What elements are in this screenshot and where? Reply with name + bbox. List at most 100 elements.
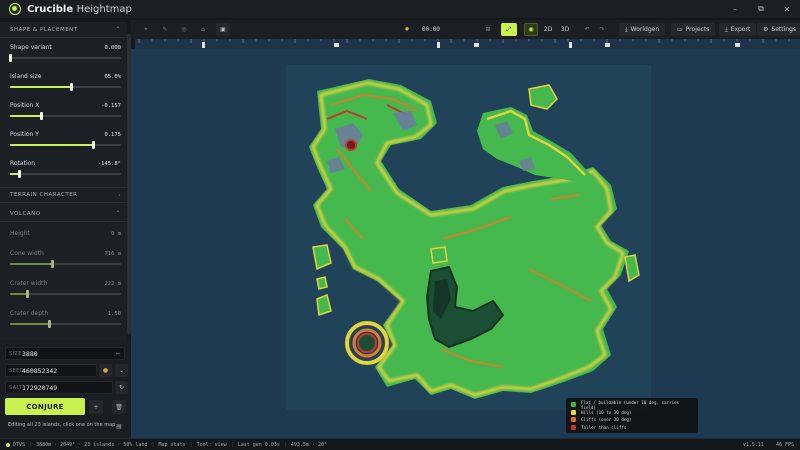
section-terrain-character[interactable]: TERRAIN CHARACTER › [0, 187, 131, 203]
slider-handle[interactable] [70, 83, 74, 91]
param-row: Position Y 0.175 [0, 129, 131, 150]
param-value[interactable]: -145.8° [98, 161, 121, 167]
minimize-icon[interactable]: – [722, 0, 748, 18]
param-slider[interactable] [10, 289, 121, 299]
refresh-salt-button[interactable]: ↻ [115, 381, 128, 394]
heightmap-viewport[interactable]: Flat / buildable (under 10 deg, carries … [131, 49, 800, 438]
time-display[interactable]: 00:00 [418, 23, 444, 36]
undo-icon[interactable]: ↶ [580, 23, 594, 36]
param-value[interactable]: 0 m [111, 231, 121, 237]
settings-button[interactable]: ⚙ Settings [757, 23, 800, 36]
app-title-bold: Crucible [27, 3, 74, 15]
section-volcano[interactable]: VOLCANO ⌃ [0, 206, 131, 222]
mode-3d-button[interactable]: 3D [559, 23, 571, 36]
size-value: 3880 [22, 349, 38, 358]
mode-2d-button[interactable]: 2D [542, 23, 554, 36]
stamp-tool-icon[interactable]: ⌂ [196, 23, 210, 36]
folder-icon: ▭ [677, 26, 683, 33]
select-tool-icon[interactable]: ⌖ [139, 23, 153, 36]
param-value[interactable]: -0.157 [101, 103, 121, 109]
image-tool-icon[interactable]: ▣ [216, 23, 230, 36]
conjure-button[interactable]: CONJURE [5, 398, 85, 415]
param-value[interactable]: 65.0% [104, 74, 121, 80]
param-label-row: Island size 65.0% [10, 71, 121, 82]
slider-handle[interactable] [40, 112, 44, 120]
section-volcano-title: VOLCANO [10, 210, 41, 217]
section-shape-title: SHAPE & PLACEMENT [10, 26, 78, 33]
seed-dropdown-button[interactable]: ⌄ [115, 364, 128, 377]
slider-handle[interactable] [17, 170, 21, 178]
param-row: Cone width 716 m [0, 248, 131, 269]
slider-handle[interactable] [51, 260, 55, 268]
projects-label: Projects [685, 26, 710, 33]
param-value[interactable]: 0.000 [104, 45, 121, 51]
param-value[interactable]: 1.50 [108, 311, 121, 317]
version: v1.5.11 [742, 441, 764, 448]
param-value[interactable]: 0.175 [104, 132, 121, 138]
slider-track[interactable] [10, 173, 121, 175]
edit-hint: Editing all 23 islands, click one on the… [8, 422, 116, 428]
salt-value: 172920749 [22, 383, 58, 392]
ruler-marker[interactable] [437, 42, 440, 48]
slider-handle[interactable] [25, 290, 29, 298]
legend-item: Cliffs (over 30 deg) [571, 416, 693, 424]
ruler-marker[interactable] [334, 43, 339, 47]
sun-icon[interactable]: ✹ [400, 23, 414, 36]
ruler-marker[interactable] [605, 43, 610, 47]
param-name: Rotation [10, 160, 36, 167]
param-slider[interactable] [10, 169, 121, 179]
grid-icon[interactable]: ⊞ [481, 23, 495, 36]
ruler-marker[interactable] [202, 42, 205, 48]
volcano-params: Height 0 m Cone width 716 m Crater width 222 … [0, 222, 131, 340]
chevron-up-icon: ⌃ [115, 210, 121, 217]
download-icon: ⤓ [625, 25, 628, 33]
ruler-marker[interactable] [569, 42, 572, 48]
param-slider[interactable] [10, 259, 121, 269]
export-label: Export [730, 26, 751, 33]
param-slider[interactable] [10, 140, 121, 150]
close-icon[interactable]: ✕ [774, 0, 800, 18]
heightmap-canvas[interactable] [131, 49, 800, 438]
worldgen-button[interactable]: ⤓ Worldgen [619, 23, 666, 36]
add-button[interactable]: + [89, 400, 103, 414]
ruler-marker[interactable] [735, 43, 740, 47]
projects-button[interactable]: ▭ Projects [671, 23, 716, 36]
slider-handle[interactable] [47, 320, 51, 328]
app-logo-icon [9, 3, 21, 15]
seed-lock-button[interactable]: ● [99, 364, 112, 377]
trash-icon[interactable]: 🗑 [112, 400, 126, 414]
slider-handle[interactable] [92, 141, 96, 149]
separator: | [29, 441, 33, 448]
brush-tool-icon[interactable]: ✎ [158, 23, 172, 36]
param-slider[interactable] [10, 111, 121, 121]
eye-icon[interactable]: ◉ [524, 23, 538, 36]
status-mode: DTVS [13, 441, 26, 448]
slope-legend: Flat / buildable (under 10 deg, carries … [566, 398, 698, 433]
param-value[interactable]: 222 m [104, 281, 121, 287]
maximize-icon[interactable]: ⧉ [748, 0, 774, 18]
param-name: Shape variant [10, 44, 52, 51]
param-slider[interactable] [10, 82, 121, 92]
param-name: Height [10, 230, 30, 237]
param-label-row: Cone width 716 m [10, 248, 121, 259]
param-slider[interactable] [9, 53, 121, 63]
size-field[interactable]: SIZE 3880 ⇔ [5, 347, 125, 360]
last-gen: Last gen 0.03s [237, 441, 280, 448]
param-value[interactable]: 716 m [104, 251, 121, 257]
seed-field[interactable]: SEED 460852342 [5, 364, 97, 377]
slider-track[interactable] [10, 57, 121, 59]
legend-label: Hills (10 to 30 deg) [581, 409, 632, 415]
export-button[interactable]: ⤓ Export [719, 23, 757, 36]
islet [430, 246, 448, 264]
ruler-marker[interactable] [474, 43, 479, 47]
app-title-light: Heightmap [76, 3, 132, 15]
param-row: Crater width 222 m [0, 278, 131, 299]
slope-view-icon[interactable]: ⤢ [501, 23, 517, 36]
redo-icon[interactable]: ↷ [595, 23, 609, 36]
target-tool-icon[interactable]: ◎ [177, 23, 191, 36]
param-slider[interactable] [10, 319, 121, 329]
map-stats-link[interactable]: Map stats [158, 442, 185, 448]
slider-handle[interactable] [9, 54, 12, 62]
salt-field[interactable]: SALT 172920749 [5, 381, 113, 394]
section-shape-placement[interactable]: SHAPE & PLACEMENT ⌃ [0, 22, 131, 38]
